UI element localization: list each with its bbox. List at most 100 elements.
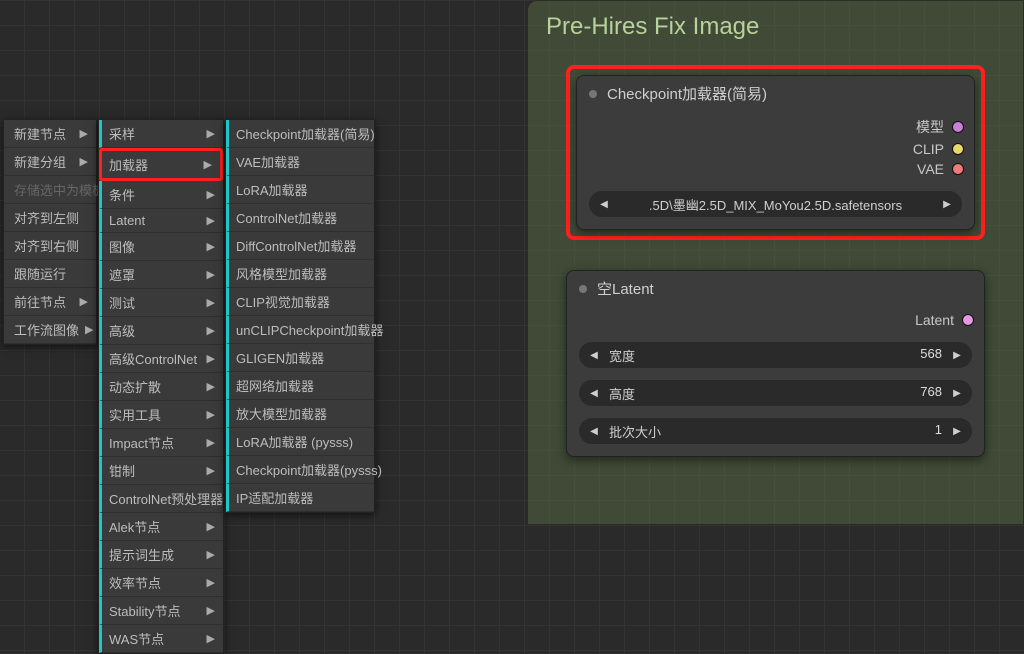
menu-item-label: 动态扩散 (109, 377, 161, 396)
chevron-right-icon[interactable]: ▶ (950, 388, 964, 399)
menu-item-label: Stability节点 (109, 601, 181, 620)
submenu-arrow-icon: ▶ (80, 155, 88, 168)
highlight-frame-checkpoint: Checkpoint加载器(简易) 模型 CLIP VAE ◀ .5D\墨幽2.5D… (566, 65, 985, 240)
submenu-arrow-icon: ▶ (207, 436, 215, 449)
menu-item[interactable]: 遮罩▶ (99, 261, 223, 289)
menu-item[interactable]: IP适配加载器 (226, 484, 374, 512)
chevron-left-icon[interactable]: ◀ (587, 350, 601, 361)
widget-int[interactable]: ◀高度768▶ (579, 380, 972, 406)
submenu-arrow-icon: ▶ (207, 127, 215, 140)
menu-item[interactable]: 高级▶ (99, 317, 223, 345)
menu-item[interactable]: DiffControlNet加载器 (226, 232, 374, 260)
node-header[interactable]: Checkpoint加载器(简易) (577, 76, 974, 109)
menu-item[interactable]: VAE加载器 (226, 148, 374, 176)
menu-item[interactable]: unCLIPCheckpoint加载器 (226, 316, 374, 344)
menu-item[interactable]: ControlNet加载器 (226, 204, 374, 232)
menu-item-label: 前往节点 (14, 292, 66, 311)
menu-item[interactable]: 采样 ▶ (99, 120, 223, 148)
menu-item-label: 风格模型加载器 (236, 264, 327, 283)
menu-item-label: 高级ControlNet (109, 349, 197, 368)
menu-item[interactable]: 图像▶ (99, 233, 223, 261)
widget-label: 宽度 (609, 346, 635, 365)
group-panel-pre-hires-fix[interactable]: Pre-Hires Fix Image Checkpoint加载器(简易) 模型… (527, 0, 1024, 525)
menu-item[interactable]: 对齐到右侧 (4, 232, 96, 260)
chevron-left-icon[interactable]: ◀ (587, 426, 601, 437)
menu-item[interactable]: 新建分组 ▶ (4, 148, 96, 176)
menu-item[interactable]: GLIGEN加载器 (226, 344, 374, 372)
output-row: 模型 (587, 115, 964, 139)
output-row: CLIP (587, 139, 964, 159)
menu-item-label: 效率节点 (109, 573, 161, 592)
menu-item[interactable]: ControlNet预处理器▶ (99, 485, 223, 513)
menu-item[interactable]: 提示词生成▶ (99, 541, 223, 569)
menu-item[interactable]: 效率节点 ▶ (99, 569, 223, 597)
menu-item[interactable]: 超网络加载器 (226, 372, 374, 400)
node-header[interactable]: 空Latent (567, 271, 984, 304)
submenu-arrow-icon: ▶ (80, 295, 88, 308)
menu-item-label: 实用工具 (109, 405, 161, 424)
menu-item-label: VAE加载器 (236, 152, 300, 171)
menu-item[interactable]: LoRA加载器 (pysss) (226, 428, 374, 456)
collapse-dot-icon[interactable] (589, 90, 597, 98)
node-checkpoint-loader[interactable]: Checkpoint加载器(简易) 模型 CLIP VAE ◀ .5D\墨幽2.5D… (576, 75, 975, 230)
context-menu-col3: Checkpoint加载器(简易) VAE加载器 LoRA加载器ControlNet… (225, 119, 375, 513)
menu-item[interactable]: 前往节点 ▶ (4, 288, 96, 316)
menu-item[interactable]: 对齐到左侧 (4, 204, 96, 232)
menu-item-label: 遮罩 (109, 265, 135, 284)
menu-item[interactable]: CLIP视觉加载器 (226, 288, 374, 316)
menu-item[interactable]: Checkpoint加载器(简易) (226, 120, 374, 148)
menu-item[interactable]: Latent▶ (99, 209, 223, 233)
context-menu-col1: 新建节点▶新建分组▶存储选中为模板对齐到左侧对齐到右侧跟随运行前往节点▶工作流图… (3, 119, 97, 345)
menu-item[interactable]: 条件▶ (99, 181, 223, 209)
menu-item[interactable]: 高级ControlNet▶ (99, 345, 223, 373)
output-port[interactable] (952, 143, 964, 155)
output-port[interactable] (962, 314, 974, 326)
menu-item-label: 采样 (109, 124, 135, 143)
menu-item-label: 条件 (109, 185, 135, 204)
menu-item[interactable]: LoRA加载器 (226, 176, 374, 204)
chevron-right-icon[interactable]: ▶ (950, 426, 964, 437)
menu-item[interactable]: 加载器▶ (99, 148, 223, 181)
menu-item[interactable]: Alek节点▶ (99, 513, 223, 541)
menu-item[interactable]: 风格模型加载器 (226, 260, 374, 288)
widget-ckpt-name[interactable]: ◀ .5D\墨幽2.5D_MIX_MoYou2.5D.safetensors ▶ (589, 191, 962, 217)
chevron-left-icon[interactable]: ◀ (597, 199, 611, 210)
menu-item[interactable]: WAS节点▶ (99, 625, 223, 653)
output-port[interactable] (952, 121, 964, 133)
widget-int[interactable]: ◀批次大小1▶ (579, 418, 972, 444)
widget-value: 568 (920, 346, 942, 365)
output-port[interactable] (952, 163, 964, 175)
widget-label: 批次大小 (609, 422, 661, 441)
menu-item[interactable]: 钳制▶ (99, 457, 223, 485)
menu-item-label: 新建分组 (14, 152, 66, 171)
menu-item[interactable]: Impact节点▶ (99, 429, 223, 457)
submenu-arrow-icon: ▶ (207, 296, 215, 309)
menu-item[interactable]: 放大模型加载器 (226, 400, 374, 428)
chevron-right-icon[interactable]: ▶ (950, 350, 964, 361)
menu-item[interactable]: 跟随运行 (4, 260, 96, 288)
chevron-left-icon[interactable]: ◀ (587, 388, 601, 399)
menu-item-label: Checkpoint加载器(pysss) (236, 460, 382, 479)
widget-value: 768 (920, 384, 942, 403)
node-title: 空Latent (597, 278, 654, 299)
output-label: CLIP (913, 141, 944, 157)
node-outputs: 模型 CLIP VAE (577, 109, 974, 181)
node-empty-latent[interactable]: 空Latent Latent ◀宽度568▶◀高度768▶◀批次大小1▶ (566, 270, 985, 457)
collapse-dot-icon[interactable] (579, 285, 587, 293)
menu-item[interactable]: 动态扩散 ▶ (99, 373, 223, 401)
menu-item-label: 提示词生成 (109, 545, 174, 564)
output-row: VAE (587, 159, 964, 179)
menu-item[interactable]: Checkpoint加载器(pysss) (226, 456, 374, 484)
submenu-arrow-icon: ▶ (207, 576, 215, 589)
menu-item[interactable]: 新建节点▶ (4, 120, 96, 148)
menu-item[interactable]: 测试▶ (99, 289, 223, 317)
menu-item[interactable]: Stability节点 ▶ (99, 597, 223, 625)
widget-int[interactable]: ◀ 宽度 568 ▶ (579, 342, 972, 368)
chevron-right-icon[interactable]: ▶ (940, 199, 954, 210)
submenu-arrow-icon: ▶ (207, 604, 215, 617)
submenu-arrow-icon: ▶ (207, 380, 215, 393)
menu-item[interactable]: 工作流图像▶ (4, 316, 96, 344)
node-outputs: Latent (567, 304, 984, 332)
menu-item[interactable]: 实用工具▶ (99, 401, 223, 429)
output-label: Latent (915, 312, 954, 328)
